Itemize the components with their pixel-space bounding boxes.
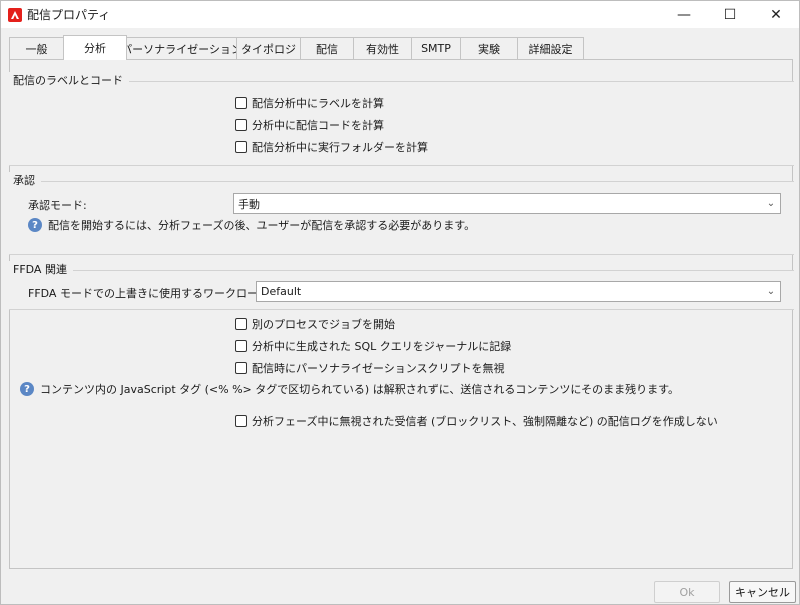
checkbox-box[interactable] bbox=[235, 415, 247, 427]
javascript-info: ? コンテンツ内の JavaScript タグ (<% %> タグで区切られてい… bbox=[20, 381, 679, 397]
checkbox-label: 分析中に生成された SQL クエリをジャーナルに記録 bbox=[252, 340, 512, 353]
properties-window: 配信プロパティ — ☐ ✕ 一般 分析 パーソナライゼーション タイポロジ 配信… bbox=[0, 0, 800, 605]
tab-experiment[interactable]: 実験 bbox=[460, 37, 518, 59]
tab-delivery[interactable]: 配信 bbox=[300, 37, 354, 59]
group-title: 配信のラベルとコード bbox=[9, 72, 129, 88]
window-controls: — ☐ ✕ bbox=[661, 1, 799, 28]
workload-type-select[interactable]: Default ⌄ bbox=[256, 281, 781, 302]
approval-mode-label: 承認モード: bbox=[28, 199, 87, 212]
checkbox-box[interactable] bbox=[235, 340, 247, 352]
no-delivery-log-checkbox[interactable]: 分析フェーズ中に無視された受信者 (ブロックリスト、強制隔離など) の配信ログを… bbox=[235, 413, 718, 429]
title-bar: 配信プロパティ — ☐ ✕ bbox=[1, 1, 799, 28]
tab-analysis[interactable]: 分析 bbox=[63, 35, 127, 60]
checkbox-box[interactable] bbox=[235, 119, 247, 131]
tab-personalization[interactable]: パーソナライゼーション bbox=[121, 37, 242, 59]
minimize-button[interactable]: — bbox=[661, 1, 707, 28]
compute-code-checkbox[interactable]: 分析中に配信コードを計算 bbox=[235, 117, 384, 133]
checkbox-box[interactable] bbox=[235, 141, 247, 153]
approval-mode-select[interactable]: 手動 ⌄ bbox=[233, 193, 781, 214]
checkbox-box[interactable] bbox=[235, 318, 247, 330]
tab-typology[interactable]: タイポロジ bbox=[236, 37, 301, 59]
cancel-button[interactable]: キャンセル bbox=[729, 581, 796, 603]
checkbox-box[interactable] bbox=[235, 362, 247, 374]
maximize-button[interactable]: ☐ bbox=[707, 1, 753, 28]
checkbox-label: 別のプロセスでジョブを開始 bbox=[252, 318, 395, 331]
tab-validity[interactable]: 有効性 bbox=[353, 37, 412, 59]
approval-mode-value: 手動 bbox=[238, 197, 260, 211]
tab-general[interactable]: 一般 bbox=[9, 37, 64, 59]
separate-process-checkbox[interactable]: 別のプロセスでジョブを開始 bbox=[235, 316, 395, 332]
checkbox-label: 分析中に配信コードを計算 bbox=[252, 119, 384, 132]
tab-bar: 一般 分析 パーソナライゼーション タイポロジ 配信 有効性 SMTP 実験 詳… bbox=[9, 35, 793, 60]
app-logo-icon bbox=[8, 7, 22, 22]
group-title: 承認 bbox=[9, 172, 41, 188]
checkbox-label: 配信分析中に実行フォルダーを計算 bbox=[252, 141, 428, 154]
compute-label-checkbox[interactable]: 配信分析中にラベルを計算 bbox=[235, 95, 384, 111]
checkbox-box[interactable] bbox=[235, 97, 247, 109]
group-title: FFDA 関連 bbox=[9, 261, 73, 277]
checkbox-label: 配信時にパーソナライゼーションスクリプトを無視 bbox=[252, 362, 505, 375]
window-title: 配信プロパティ bbox=[27, 8, 111, 22]
checkbox-label: 配信分析中にラベルを計算 bbox=[252, 97, 384, 110]
question-circle-icon: ? bbox=[28, 218, 42, 232]
ok-button[interactable]: Ok bbox=[654, 581, 720, 603]
log-sql-checkbox[interactable]: 分析中に生成された SQL クエリをジャーナルに記録 bbox=[235, 338, 511, 354]
chevron-down-icon[interactable]: ⌄ bbox=[762, 194, 780, 213]
approval-info: ? 配信を開始するには、分析フェーズの後、ユーザーが配信を承認する必要があります… bbox=[28, 217, 475, 233]
close-button[interactable]: ✕ bbox=[753, 1, 799, 28]
tab-smtp[interactable]: SMTP bbox=[411, 37, 461, 59]
checkbox-label: 分析フェーズ中に無視された受信者 (ブロックリスト、強制隔離など) の配信ログを… bbox=[252, 415, 718, 428]
question-circle-icon: ? bbox=[20, 382, 34, 396]
chevron-down-icon[interactable]: ⌄ bbox=[762, 282, 780, 301]
workload-type-value: Default bbox=[261, 285, 302, 298]
ignore-scripts-checkbox[interactable]: 配信時にパーソナライゼーションスクリプトを無視 bbox=[235, 360, 505, 376]
javascript-info-text: コンテンツ内の JavaScript タグ (<% %> タグで区切られている)… bbox=[40, 383, 680, 396]
approval-info-text: 配信を開始するには、分析フェーズの後、ユーザーが配信を承認する必要があります。 bbox=[48, 219, 476, 232]
tab-advanced[interactable]: 詳細設定 bbox=[517, 37, 584, 59]
compute-folder-checkbox[interactable]: 配信分析中に実行フォルダーを計算 bbox=[235, 139, 428, 155]
